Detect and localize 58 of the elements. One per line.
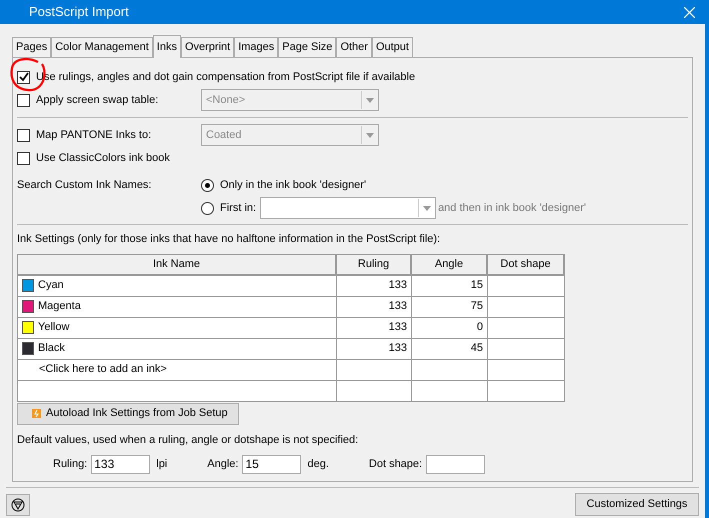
close-icon[interactable] bbox=[684, 6, 695, 18]
angle-input[interactable]: 15 bbox=[242, 454, 302, 474]
table-cell: 15 bbox=[412, 276, 488, 296]
table-cell: 45 bbox=[412, 338, 488, 360]
table-cell: 133 bbox=[337, 318, 412, 338]
tab[interactable]: Pages bbox=[12, 37, 52, 57]
table-cell: 133 bbox=[337, 276, 412, 296]
column-header[interactable]: Ruling bbox=[337, 254, 412, 276]
table-cell: 0 bbox=[412, 318, 488, 338]
tab[interactable]: Color Management bbox=[51, 37, 153, 57]
radio-label: First in: bbox=[220, 200, 256, 216]
checkbox[interactable] bbox=[17, 70, 30, 84]
checkbox[interactable] bbox=[17, 94, 30, 106]
window-title: PostScript Import bbox=[29, 3, 129, 22]
add-ink-row[interactable]: <Click here to add an ink> bbox=[39, 361, 167, 378]
tab[interactable]: Overprint bbox=[180, 37, 234, 57]
angle-label: Angle: bbox=[207, 456, 238, 472]
column-header[interactable]: Ink Name bbox=[18, 254, 337, 276]
checkmark-icon bbox=[18, 72, 28, 82]
checkbox[interactable] bbox=[17, 152, 30, 164]
tab[interactable]: Output bbox=[372, 37, 413, 57]
table-cell-text: Yellow bbox=[38, 320, 70, 336]
checkbox[interactable] bbox=[17, 128, 30, 142]
table-cell-text: Cyan bbox=[38, 278, 64, 294]
tab[interactable]: Images bbox=[234, 37, 278, 57]
dropdown-arrow-icon bbox=[422, 206, 431, 210]
dot-shape-input[interactable] bbox=[426, 454, 486, 474]
ruling-input[interactable]: 133 bbox=[91, 454, 150, 474]
search-label: Search Custom Ink Names: bbox=[17, 178, 152, 193]
column-header[interactable]: Dot shape bbox=[488, 254, 565, 276]
ruling-unit: lpi bbox=[156, 456, 168, 472]
tab[interactable]: Page Size bbox=[278, 37, 336, 57]
table-cell: 133 bbox=[337, 296, 412, 318]
dropdown-arrow-icon bbox=[366, 132, 374, 138]
autoload-button[interactable]: Autoload Ink Settings from Job Setup bbox=[17, 402, 239, 424]
radio-button[interactable] bbox=[201, 178, 214, 192]
ruling-label: Ruling: bbox=[53, 456, 88, 472]
table-cell-text: Black bbox=[38, 341, 65, 356]
help-button[interactable] bbox=[6, 494, 30, 516]
dropdown-arrow-icon bbox=[366, 98, 374, 102]
suffix-label: and then in ink book 'designer' bbox=[438, 200, 586, 216]
checkbox-label: Map PANTONE Inks to: bbox=[36, 128, 152, 143]
checkbox-label: Apply screen swap table: bbox=[36, 92, 158, 108]
radio-button[interactable] bbox=[201, 202, 214, 214]
angle-unit: deg. bbox=[307, 456, 329, 472]
checkbox-label: Use ClassicColors ink book bbox=[36, 150, 170, 166]
ink-settings-label: Ink Settings (only for those inks that have no halftone information in the PostScript file): bbox=[17, 232, 442, 247]
tab[interactable]: Other bbox=[336, 37, 372, 57]
defaults-label: Default values, used when a ruling, angle or dotshape is not specified: bbox=[17, 432, 360, 448]
dot-shape-label: Dot shape: bbox=[368, 456, 422, 472]
table-cell: 75 bbox=[412, 296, 488, 318]
radio-label: Only in the ink book 'designer' bbox=[220, 178, 366, 193]
tab[interactable]: Inks bbox=[152, 35, 181, 58]
column-header[interactable]: Angle bbox=[412, 254, 488, 276]
table-cell: 133 bbox=[337, 338, 412, 360]
customized-settings-button[interactable]: Customized Settings bbox=[575, 493, 699, 516]
lightning-icon bbox=[32, 409, 41, 418]
table-cell-text: Magenta bbox=[38, 299, 81, 314]
